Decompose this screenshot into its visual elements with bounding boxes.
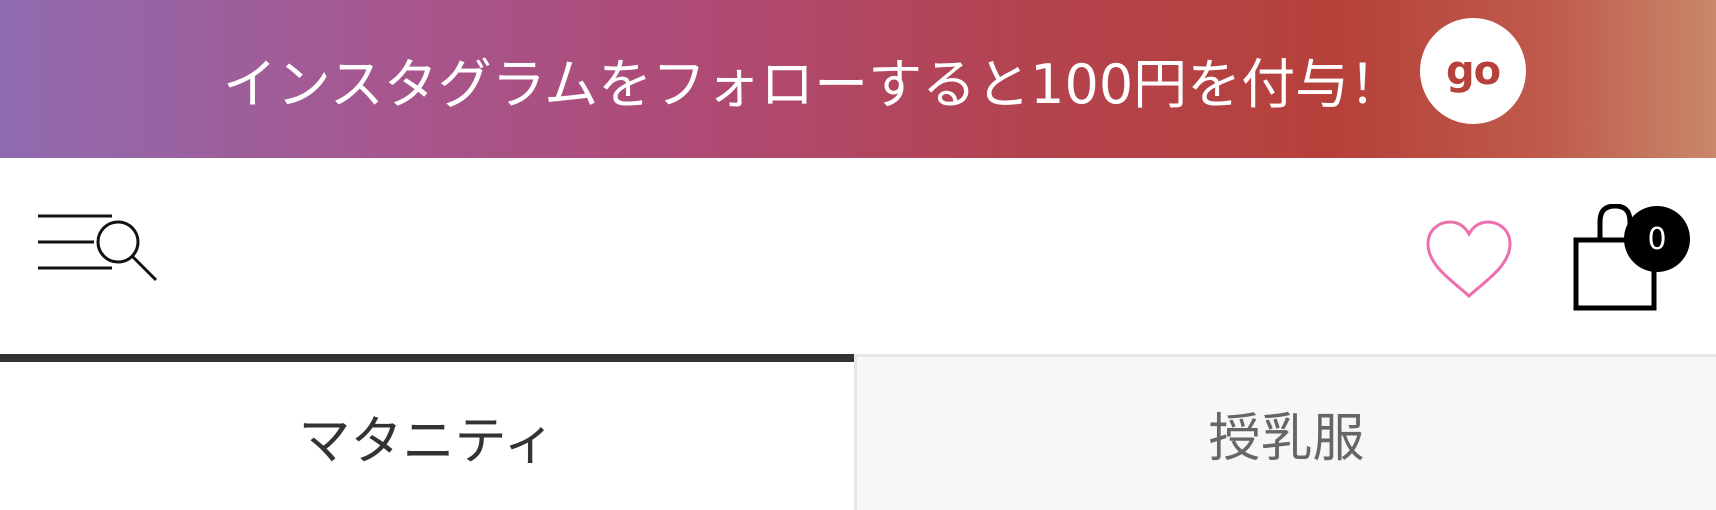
tab-maternity[interactable]: マタニティ xyxy=(0,354,854,510)
tab-nursing-wear[interactable]: 授乳服 xyxy=(854,354,1716,510)
promo-text: インスタグラムをフォローすると100円を付与！ xyxy=(222,52,1404,116)
favorites-button[interactable] xyxy=(1424,218,1514,302)
heart-icon xyxy=(1426,220,1512,299)
category-tabs: マタニティ 授乳服 xyxy=(0,354,1716,510)
go-button[interactable]: go xyxy=(1420,18,1526,124)
menu-search-button[interactable] xyxy=(32,210,162,300)
site-header: 0 xyxy=(0,158,1716,354)
cart-count-badge: 0 xyxy=(1624,206,1690,272)
promo-banner[interactable]: インスタグラムをフォローすると100円を付与！ go xyxy=(0,0,1716,158)
menu-search-icon xyxy=(38,214,158,282)
